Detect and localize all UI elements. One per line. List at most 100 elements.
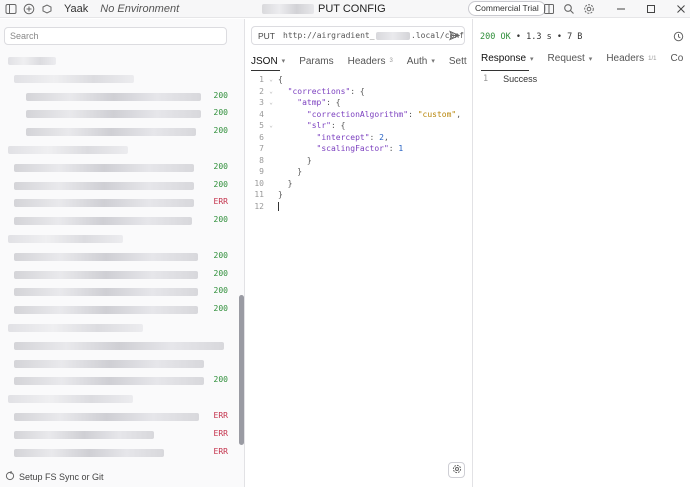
fold-icon[interactable]: ⌄ [264, 74, 278, 86]
line-number: 8 [259, 155, 264, 165]
request-editor: PUT http://airgradient_ .local/conf JSON… [246, 19, 470, 487]
tab-auth[interactable]: Auth ▾ [407, 53, 435, 69]
tree-item[interactable]: 200 [0, 266, 238, 284]
tab-label: Response [481, 53, 527, 64]
tab-count-badge: 1/1 [648, 55, 657, 62]
tree-item[interactable]: ERR [0, 444, 238, 462]
tree-item[interactable]: 200 [0, 105, 238, 123]
code-text: } [278, 167, 303, 176]
tab-count-badge: 3 [389, 58, 393, 64]
sync-icon [5, 470, 15, 483]
tab-headers[interactable]: Headers 1/1 [606, 53, 656, 64]
tree-item[interactable] [0, 319, 238, 337]
tree-item[interactable]: 200 [0, 212, 238, 230]
request-status-badge: 200 [213, 375, 228, 385]
fold-icon [264, 155, 278, 167]
tab-label: Request [547, 53, 585, 64]
layout-icon[interactable] [542, 2, 556, 16]
tab-request[interactable]: Request ▾ [548, 53, 593, 64]
redacted-item-name [14, 306, 198, 315]
send-icon[interactable] [449, 30, 461, 43]
url-bar[interactable]: PUT http://airgradient_ .local/conf [251, 26, 465, 45]
tab-label: Params [299, 55, 334, 67]
request-status-badge: 200 [213, 179, 228, 189]
sync-setup-link[interactable]: Setup FS Sync or Git [5, 470, 104, 483]
request-status-badge: ERR [213, 410, 228, 420]
code-line: 8 } [250, 155, 468, 167]
search-icon[interactable] [562, 2, 576, 16]
response-body: 1 Success [483, 74, 537, 84]
code-text: { [278, 75, 283, 84]
tab-response[interactable]: Response ▾ [481, 53, 534, 64]
redacted-item-name [14, 448, 164, 457]
request-title: PUT CONFIG [318, 3, 386, 15]
code-text: "slr": { [306, 121, 346, 130]
tree-item[interactable]: 200 [0, 123, 238, 141]
method-selector[interactable]: PUT [258, 31, 275, 41]
redacted-item-name [14, 359, 204, 368]
tree-item[interactable] [0, 141, 238, 159]
editor-settings-button[interactable] [448, 462, 465, 478]
chevron-down-icon: ▾ [281, 58, 286, 65]
history-icon[interactable] [673, 31, 684, 45]
tab-params[interactable]: Params [299, 53, 333, 69]
code-line: 9 } [250, 166, 468, 178]
fold-icon[interactable]: ⌄ [264, 97, 278, 109]
tree-item[interactable] [0, 355, 238, 373]
json-body-editor[interactable]: 1 ⌄{2 ⌄ "corrections": {3 ⌄ "atmp": {4 "cor… [250, 74, 468, 212]
license-button[interactable]: Commercial Trial [468, 1, 546, 16]
maximize-icon[interactable] [644, 2, 658, 16]
tree-item[interactable]: 200 [0, 372, 238, 390]
code-text: } [278, 155, 312, 165]
response-text: Success [503, 74, 538, 84]
tree-item[interactable]: ERR [0, 426, 238, 444]
tab-label: Co [670, 53, 684, 64]
minimize-icon[interactable] [614, 2, 628, 16]
tab-json[interactable]: JSON ▾ [251, 53, 285, 69]
tree-item[interactable] [0, 52, 238, 70]
line-number: 9 [259, 167, 264, 176]
add-icon[interactable] [22, 2, 36, 16]
workspace-icon[interactable] [40, 2, 54, 16]
request-status-badge: 200 [213, 90, 228, 100]
tree-item[interactable]: 200 [0, 159, 238, 177]
tree-item[interactable] [0, 390, 238, 408]
tree-item[interactable]: 200 [0, 177, 238, 195]
environment-selector[interactable]: No Environment [100, 3, 179, 15]
tab-co[interactable]: Co [670, 53, 683, 64]
tree-item[interactable]: 200 [0, 248, 238, 266]
tab-sett[interactable]: Sett [449, 53, 467, 69]
workspace-name[interactable]: Yaak [64, 3, 88, 15]
sidebar-toggle-icon[interactable] [4, 2, 18, 16]
code-text: "scalingFactor": 1 [316, 144, 404, 153]
tab-label: JSON [251, 55, 278, 67]
tree-item[interactable] [0, 70, 238, 88]
tree-item[interactable]: 200 [0, 88, 238, 106]
gear-icon[interactable] [582, 2, 596, 16]
redacted-item-name [14, 270, 198, 279]
sidebar-scrollbar[interactable] [239, 295, 244, 445]
code-line: 11} [250, 189, 468, 201]
tree-item[interactable]: 200 [0, 301, 238, 319]
gear-icon [452, 464, 462, 477]
sync-label: Setup FS Sync or Git [19, 472, 104, 482]
tree-item[interactable] [0, 230, 238, 248]
title-bar: Yaak No Environment PUT CONFIG Commercia… [0, 0, 690, 18]
tree-item[interactable] [0, 337, 238, 355]
tab-label: Sett [448, 55, 467, 67]
tab-headers[interactable]: Headers 3 [348, 53, 393, 69]
fold-icon [264, 166, 278, 178]
response-status-line: 200 OK • 1.3 s • 7 B [480, 32, 583, 42]
tree-item[interactable]: ERR [0, 408, 238, 426]
fold-icon[interactable]: ⌄ [264, 86, 278, 98]
line-number: 7 [259, 144, 264, 153]
tree-item[interactable]: 200 [0, 283, 238, 301]
fold-icon[interactable]: ⌄ [264, 120, 278, 132]
code-text: "correctionAlgorithm": "custom", [306, 109, 462, 119]
redacted-item-name [14, 412, 199, 421]
line-number: 11 [254, 190, 264, 199]
code-text: "corrections": { [287, 86, 365, 96]
search-input[interactable]: Search [4, 27, 227, 45]
tree-item[interactable]: ERR [0, 194, 238, 212]
close-icon[interactable] [674, 2, 688, 16]
